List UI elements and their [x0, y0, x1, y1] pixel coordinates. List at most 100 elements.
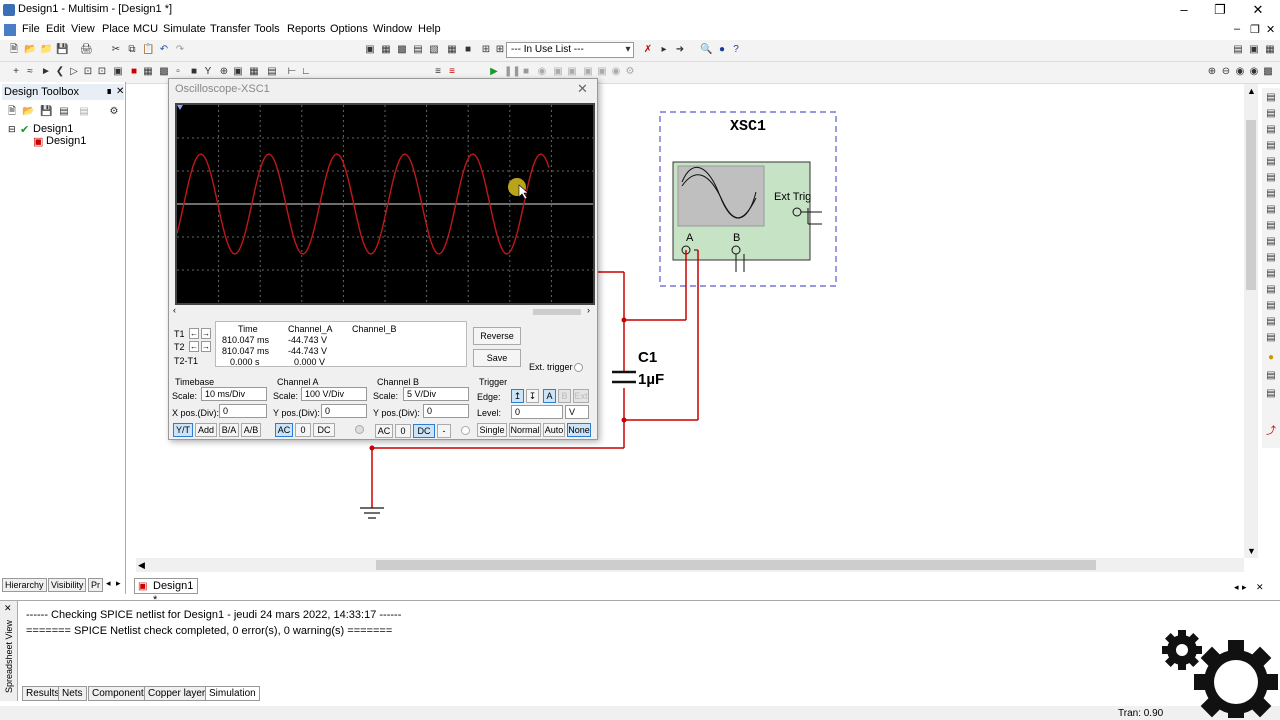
open-sample-icon[interactable]: 📁 [40, 44, 52, 56]
menu-place[interactable]: Place [102, 23, 130, 35]
menu-transfer[interactable]: Transfer [210, 23, 251, 35]
layout-icon[interactable]: ▣ [1248, 44, 1260, 56]
scroll-up-icon[interactable]: ▲ [1247, 86, 1256, 96]
help-icon[interactable]: ? [730, 44, 742, 56]
oscilloscope-window[interactable]: Oscilloscope-XSC1 ✕ ‹ › T1 T2 T2-T1 ← → … [168, 78, 598, 440]
mixed-icon[interactable]: ■ [128, 66, 140, 78]
tree-expand-icon[interactable]: ⊟ [8, 124, 16, 135]
logic-converter-icon[interactable]: ▤ [1265, 220, 1277, 232]
breadboard-icon[interactable]: ■ [462, 44, 474, 56]
trigger-none-button[interactable]: None [567, 423, 591, 437]
component-icon[interactable]: ● [716, 44, 728, 56]
new-icon[interactable]: 🗎 [8, 44, 20, 56]
zoom-in-icon[interactable]: ⊕ [1206, 66, 1218, 78]
channel-b-scale-field[interactable]: 5 V/Div [403, 387, 469, 401]
trigger-source-a[interactable]: A [543, 389, 556, 403]
bode-plotter-icon[interactable]: ▤ [1265, 172, 1277, 184]
indicator-icon[interactable]: ▦ [142, 66, 154, 78]
trigger-source-ext[interactable]: Ext [573, 389, 589, 403]
database-icon[interactable]: ▤ [412, 44, 424, 56]
in-use-icon[interactable]: ⊞ [494, 44, 506, 56]
channel-b-terminal[interactable] [461, 426, 470, 435]
timebase-pos-field[interactable]: 0 [219, 404, 267, 418]
toolbox-settings-icon[interactable]: ⚙ [108, 106, 120, 118]
menu-view[interactable]: View [71, 23, 95, 35]
mdi-restore-icon[interactable]: ❐ [1250, 23, 1260, 36]
vscroll-thumb[interactable] [1246, 120, 1256, 290]
save-button[interactable]: Save [473, 349, 521, 367]
tree-child[interactable]: Design1 [46, 135, 86, 147]
trigger-single-button[interactable]: Single [477, 423, 507, 437]
channel-b-zero-button[interactable]: 0 [395, 424, 411, 438]
close-button[interactable]: ✕ [1240, 0, 1276, 20]
align-left-icon[interactable]: ≡ [432, 66, 444, 78]
tab-scroll-left-icon[interactable]: ◂ [1234, 582, 1239, 593]
dropdown-arrow-icon[interactable]: ▾ [622, 44, 634, 56]
menu-simulate[interactable]: Simulate [163, 23, 206, 35]
run-icon[interactable]: ▶ [488, 66, 500, 78]
mode-yt-button[interactable]: Y/T [173, 423, 193, 437]
ni-icon[interactable]: ⊕ [218, 66, 230, 78]
trigger-source-b[interactable]: B [558, 389, 571, 403]
t1-left-arrow-icon[interactable]: ← [189, 328, 199, 339]
rf-icon[interactable]: ■ [188, 66, 200, 78]
channel-b-invert-button[interactable]: - [437, 424, 451, 438]
in-use-list-dropdown[interactable]: --- In Use List --- [506, 42, 634, 58]
transistor-icon[interactable]: ❮ [54, 66, 66, 78]
oscilloscope-close-icon[interactable]: ✕ [577, 81, 588, 97]
timebase-scale-field[interactable]: 10 ms/Div [201, 387, 267, 401]
step-icon[interactable]: ▣ [552, 66, 564, 78]
mode-add-button[interactable]: Add [195, 423, 217, 437]
toolbox-new-icon[interactable]: 🗎 [6, 106, 18, 118]
close-panel-icon[interactable]: ▦ [1264, 44, 1276, 56]
scope-hscroll-thumb[interactable] [533, 309, 581, 315]
t2-right-arrow-icon[interactable]: → [201, 341, 211, 352]
menu-help[interactable]: Help [418, 23, 441, 35]
t2-left-arrow-icon[interactable]: ← [189, 341, 199, 352]
edge-falling-icon[interactable]: ↧ [526, 389, 539, 403]
redo-icon[interactable]: ↷ [174, 44, 186, 56]
stop-icon[interactable]: ■ [520, 66, 532, 78]
hierarchy-icon[interactable]: ⊞ [480, 44, 492, 56]
scope-hscroll[interactable]: ‹ › [173, 305, 595, 317]
copy-icon[interactable]: ⧉ [126, 44, 138, 56]
menu-tools[interactable]: Tools [254, 23, 280, 35]
misc-icon[interactable]: ▫ [172, 66, 184, 78]
print-icon[interactable]: 🖨 [80, 44, 93, 56]
hier-block-icon[interactable]: ▤ [266, 66, 278, 78]
network-analyzer-icon[interactable]: ▤ [1265, 300, 1277, 312]
four-channel-scope-icon[interactable]: ▤ [1265, 156, 1277, 168]
wire-icon[interactable]: ∟ [300, 66, 312, 78]
cut-icon[interactable]: ✂ [110, 44, 122, 56]
electrical-rules-icon[interactable]: ▸ [658, 44, 670, 56]
edge-rising-icon[interactable]: ↥ [511, 389, 524, 403]
step-over-icon[interactable]: ▣ [566, 66, 578, 78]
align-right-icon[interactable]: ≡ [446, 66, 458, 78]
hscroll-thumb[interactable] [376, 560, 1096, 570]
ni-elvis-icon[interactable]: ▤ [1265, 388, 1277, 400]
mode-ab-button[interactable]: A/B [241, 423, 261, 437]
t1-right-arrow-icon[interactable]: → [201, 328, 211, 339]
channel-a-scale-field[interactable]: 100 V/Div [301, 387, 367, 401]
mdi-close-icon[interactable]: ✕ [1266, 23, 1275, 36]
iv-analyzer-icon[interactable]: ▤ [1265, 252, 1277, 264]
ext-trigger-terminal[interactable] [574, 363, 583, 372]
mdi-minimize-icon[interactable]: – [1234, 23, 1240, 35]
toolbox-close-icon[interactable]: ✕ [116, 86, 124, 97]
analog-icon[interactable]: ▷ [68, 66, 80, 78]
grid-icon[interactable]: ▦ [380, 44, 392, 56]
tab-design1[interactable]: ▣ Design1 * [134, 578, 198, 606]
zoom-icon[interactable]: 🔍 [700, 44, 712, 56]
tab-close-icon[interactable]: ✕ [1256, 582, 1264, 593]
source-icon[interactable]: + [10, 66, 22, 78]
menu-reports[interactable]: Reports [287, 23, 326, 35]
basic-icon[interactable]: ≈ [24, 66, 36, 78]
mcu-icon[interactable]: ▦ [248, 66, 260, 78]
frequency-counter-icon[interactable]: ▤ [1265, 188, 1277, 200]
tab-prev-icon[interactable]: ◂ [106, 578, 111, 589]
scroll-left-icon[interactable]: ◀ [138, 560, 145, 571]
bus-icon[interactable]: ⊢ [286, 66, 298, 78]
postprocessor-icon[interactable]: ▦ [446, 44, 458, 56]
erc-icon[interactable]: ✗ [642, 44, 654, 56]
electromech-icon[interactable]: Y [202, 66, 214, 78]
